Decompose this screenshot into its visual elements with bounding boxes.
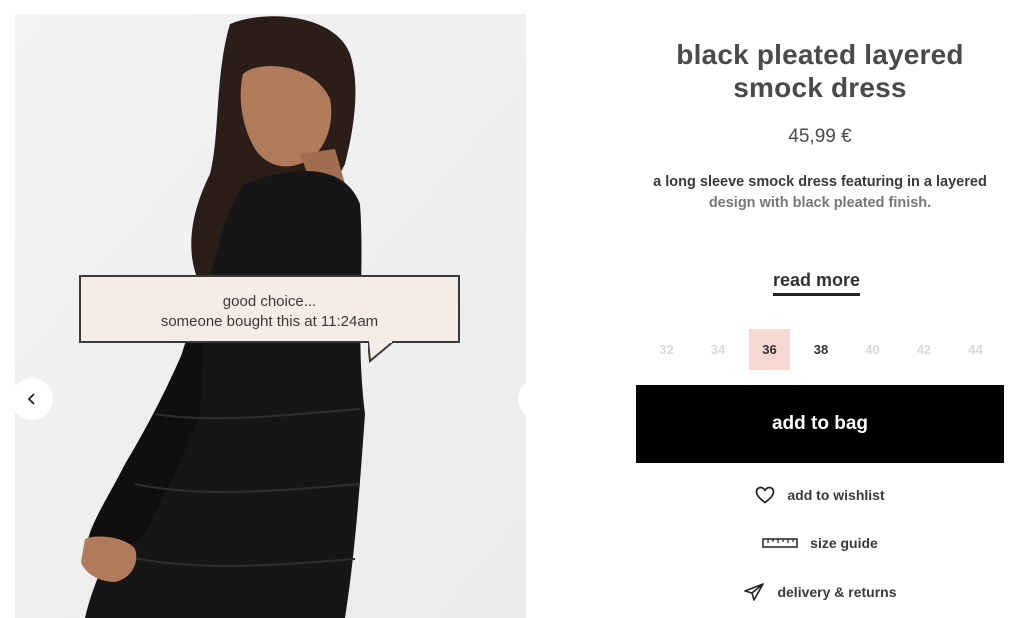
size-guide-label: size guide [810, 535, 878, 551]
tooltip-line1: good choice... [222, 293, 317, 310]
heart-icon [756, 486, 775, 504]
add-to-wishlist-link[interactable]: add to wishlist [634, 486, 1006, 504]
wishlist-label: add to wishlist [787, 487, 885, 503]
size-option[interactable]: 38 [801, 329, 842, 370]
description-line2: design with black pleated finish. [708, 195, 932, 211]
size-selector: 32 34 36 38 40 42 44 [646, 329, 996, 370]
read-more-link[interactable]: read more [773, 270, 861, 296]
size-option[interactable]: 44 [955, 329, 996, 370]
size-option[interactable]: 42 [904, 329, 945, 370]
size-guide-link[interactable]: size guide [634, 535, 1006, 551]
delivery-label: delivery & returns [777, 584, 897, 600]
chevron-left-icon [27, 393, 35, 405]
add-to-bag-button[interactable]: add to bag [636, 385, 1004, 463]
size-option-selected[interactable]: 36 [749, 329, 790, 370]
paper-plane-icon [744, 583, 765, 601]
description-line1: a long sleeve smock dress featuring in a… [653, 174, 987, 190]
social-proof-tooltip: good choice... someone bought this at 11… [79, 275, 460, 343]
size-option[interactable]: 34 [698, 329, 739, 370]
tooltip-tail [368, 341, 395, 363]
size-option[interactable]: 40 [852, 329, 893, 370]
size-option[interactable]: 32 [646, 329, 687, 370]
ruler-icon [762, 538, 798, 548]
product-price: 45,99 € [788, 126, 852, 147]
delivery-returns-link[interactable]: delivery & returns [634, 582, 1006, 602]
product-description: a long sleeve smock dress featuring in a… [634, 172, 1006, 214]
product-title: black pleated layered smock dress [676, 39, 964, 103]
tooltip-line2: someone bought this at 11:24am [160, 313, 379, 330]
